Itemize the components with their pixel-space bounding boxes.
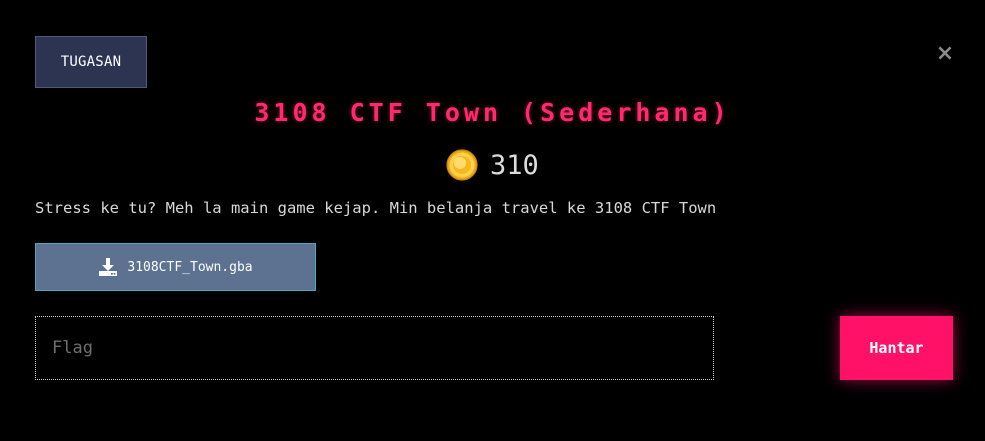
- submit-button[interactable]: Hantar: [840, 316, 953, 380]
- coin-icon: [446, 149, 478, 181]
- close-icon[interactable]: ×: [935, 43, 955, 65]
- download-file-button[interactable]: 3108CTF_Town.gba: [35, 243, 316, 291]
- points-value: 310: [490, 149, 539, 181]
- file-name: 3108CTF_Town.gba: [127, 259, 253, 275]
- tugasan-tab-label: TUGASAN: [60, 54, 122, 70]
- flag-input[interactable]: [35, 316, 714, 380]
- download-icon: [99, 258, 118, 276]
- tugasan-tab-button[interactable]: TUGASAN: [35, 36, 147, 88]
- challenge-description: Stress ke tu? Meh la main game kejap. Mi…: [35, 199, 717, 217]
- challenge-points: 310: [446, 148, 539, 182]
- submit-button-label: Hantar: [869, 339, 924, 357]
- challenge-title: 3108 CTF Town (Sederhana): [254, 98, 731, 127]
